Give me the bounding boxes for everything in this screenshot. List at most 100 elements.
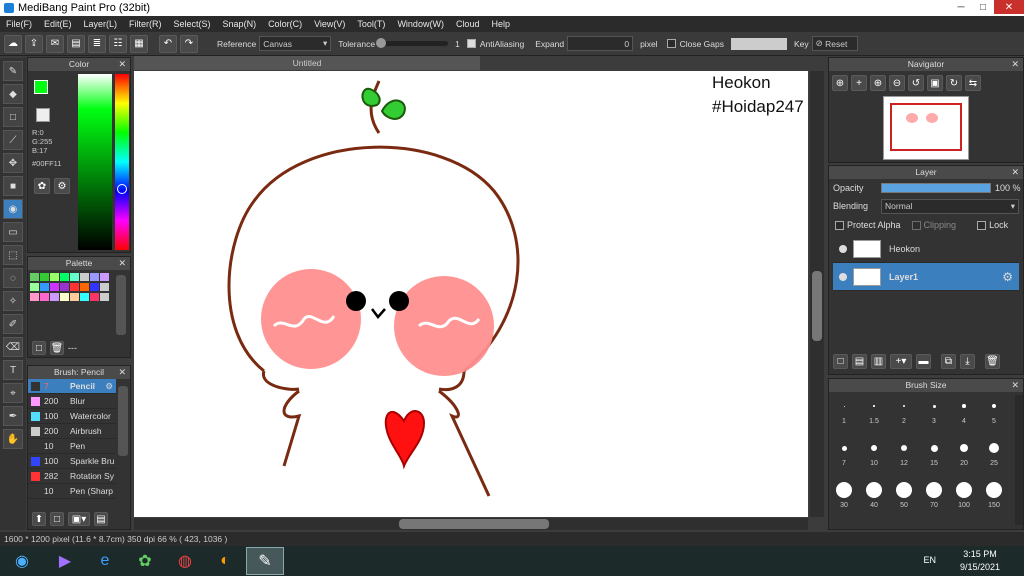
palette-swatch[interactable] <box>60 273 69 281</box>
palette-swatch[interactable] <box>30 293 39 301</box>
cloud-icon[interactable]: ☁ <box>4 34 22 53</box>
brush-size-scrollbar[interactable] <box>1015 395 1023 525</box>
slider-knob[interactable] <box>376 38 387 48</box>
palette-swatch[interactable] <box>40 273 49 281</box>
menu-cloud[interactable]: Cloud <box>450 19 486 29</box>
panel-close-icon[interactable]: ✕ <box>118 366 126 379</box>
menu-window[interactable]: Window(W) <box>391 19 450 29</box>
app-green-icon[interactable]: ✿ <box>126 547 164 575</box>
zoom-fit-icon[interactable]: ⊕ <box>832 75 848 91</box>
reset-button[interactable]: ⊘ Reset <box>811 36 858 51</box>
menu-file[interactable]: File(F) <box>0 19 38 29</box>
palette-swatch[interactable] <box>100 283 109 291</box>
palette-swatch[interactable] <box>80 273 89 281</box>
visibility-eye-icon[interactable] <box>839 244 847 253</box>
color-wheel-icon[interactable]: ✿ <box>34 178 50 194</box>
menu-filter[interactable]: Filter(R) <box>123 19 168 29</box>
palette-swatch[interactable] <box>30 273 39 281</box>
palette-swatch[interactable] <box>70 293 79 301</box>
palette-swatch[interactable] <box>60 293 69 301</box>
lock-checkbox[interactable] <box>977 220 987 230</box>
gradient-tool-icon[interactable]: ▭ <box>3 222 23 242</box>
palette-swatch[interactable] <box>40 293 49 301</box>
layer-row-layer1[interactable]: Layer1 ⚙ <box>833 263 1019 291</box>
move-tool-icon[interactable]: ✥ <box>3 153 23 173</box>
layer-row-heokon[interactable]: Heokon <box>833 235 1019 263</box>
new-halftone-layer-icon[interactable]: ▤ <box>852 354 867 369</box>
expand-input[interactable]: 0 <box>567 36 634 51</box>
brush-size-dot[interactable] <box>989 443 999 453</box>
brush-scrollbar[interactable] <box>118 386 128 456</box>
menu-snap[interactable]: Snap(N) <box>217 19 263 29</box>
brush-settings-gear-icon[interactable]: ⚙ <box>105 381 113 392</box>
merge-layer-icon[interactable]: ⤓ <box>960 354 975 369</box>
panel-close-icon[interactable]: ✕ <box>118 257 126 270</box>
primary-color-swatch[interactable] <box>34 80 48 94</box>
palette-swatch[interactable] <box>90 273 99 281</box>
duplicate-layer-icon[interactable]: ⧉ <box>941 354 956 369</box>
hand-tool-icon[interactable]: ✋ <box>3 429 23 449</box>
layer-settings-gear-icon[interactable]: ⚙ <box>1002 270 1013 284</box>
palette-swatch[interactable] <box>30 283 39 291</box>
brush-size-dot[interactable] <box>956 482 972 498</box>
redo-button[interactable]: ↷ <box>180 34 198 53</box>
delete-palette-icon[interactable]: 🗑 <box>50 341 64 355</box>
select-eraser-tool-icon[interactable]: ⌫ <box>3 337 23 357</box>
bucket-tool-icon[interactable]: ◉ <box>3 199 23 219</box>
settings-list-icon[interactable]: ☷ <box>109 34 127 53</box>
document-tab[interactable]: Untitled <box>134 56 480 70</box>
brush-size-dot[interactable] <box>873 405 875 407</box>
rotate-right-icon[interactable]: ↻ <box>946 75 962 91</box>
close-gaps-checkbox[interactable] <box>666 39 676 48</box>
brush-item[interactable]: 200 Blur <box>28 394 116 409</box>
brush-item[interactable]: 282 Rotation Sy <box>28 469 116 484</box>
add-brush-icon[interactable]: ⬆ <box>32 512 46 526</box>
palette-swatch[interactable] <box>90 283 99 291</box>
menu-layer[interactable]: Layer(L) <box>78 19 124 29</box>
dot-tool-icon[interactable]: □ <box>3 107 23 127</box>
palette-swatch[interactable] <box>90 293 99 301</box>
maximize-button[interactable]: □ <box>972 0 994 14</box>
brush-size-dot[interactable] <box>986 482 1002 498</box>
share-icon[interactable]: ⇪ <box>25 34 43 53</box>
brush-size-dot[interactable] <box>836 482 852 498</box>
chrome-icon[interactable]: ◍ <box>166 547 204 575</box>
menu-select[interactable]: Select(S) <box>168 19 217 29</box>
eraser-tool-icon[interactable]: ◆ <box>3 84 23 104</box>
palette-swatch[interactable] <box>50 293 59 301</box>
add-layer-menu-icon[interactable]: +▾ <box>890 354 912 369</box>
menu-edit[interactable]: Edit(E) <box>38 19 78 29</box>
new-brush-icon[interactable]: □ <box>50 512 64 526</box>
palette-swatch[interactable] <box>70 273 79 281</box>
text-tool-icon[interactable]: T <box>3 360 23 380</box>
zoom-in-icon[interactable]: + <box>851 75 867 91</box>
close-gaps-bar[interactable] <box>730 37 787 50</box>
clock[interactable]: 3:15 PM 9/15/2021 <box>960 548 1000 574</box>
palette-swatch[interactable] <box>70 283 79 291</box>
start-button[interactable]: ◉ <box>0 547 44 575</box>
medibang-taskbar-icon[interactable]: ✎ <box>246 547 284 575</box>
brush-size-dot[interactable] <box>932 404 936 408</box>
blending-select[interactable]: Normal ▾ <box>881 198 1019 214</box>
brush-item[interactable]: 100 Watercolor <box>28 409 116 424</box>
menu-help[interactable]: Help <box>485 19 516 29</box>
brush-item[interactable]: 100 Sparkle Bru <box>28 454 116 469</box>
scroll-thumb[interactable] <box>812 271 822 341</box>
minimize-button[interactable]: ─ <box>950 0 972 14</box>
color-picker-icon[interactable]: ⚙ <box>54 178 70 194</box>
select-pen-tool-icon[interactable]: ✐ <box>3 314 23 334</box>
navigator-preview[interactable] <box>883 96 969 160</box>
hue-slider[interactable] <box>115 74 129 250</box>
comment-icon[interactable]: ✉ <box>46 34 64 53</box>
fit-screen-icon[interactable]: ▣ <box>927 75 943 91</box>
app-colorful-icon[interactable]: ◐ <box>206 547 244 575</box>
horizontal-scrollbar[interactable] <box>134 518 808 530</box>
lasso-tool-icon[interactable]: ◌ <box>3 268 23 288</box>
brush-size-dot[interactable] <box>841 445 847 451</box>
panel-close-icon[interactable]: ✕ <box>118 58 126 71</box>
palette-swatch[interactable] <box>100 273 109 281</box>
protect-alpha-checkbox[interactable] <box>835 220 844 230</box>
select-rect-tool-icon[interactable]: ⬚ <box>3 245 23 265</box>
language-indicator[interactable]: EN <box>923 555 936 565</box>
palette-swatch[interactable] <box>80 283 89 291</box>
